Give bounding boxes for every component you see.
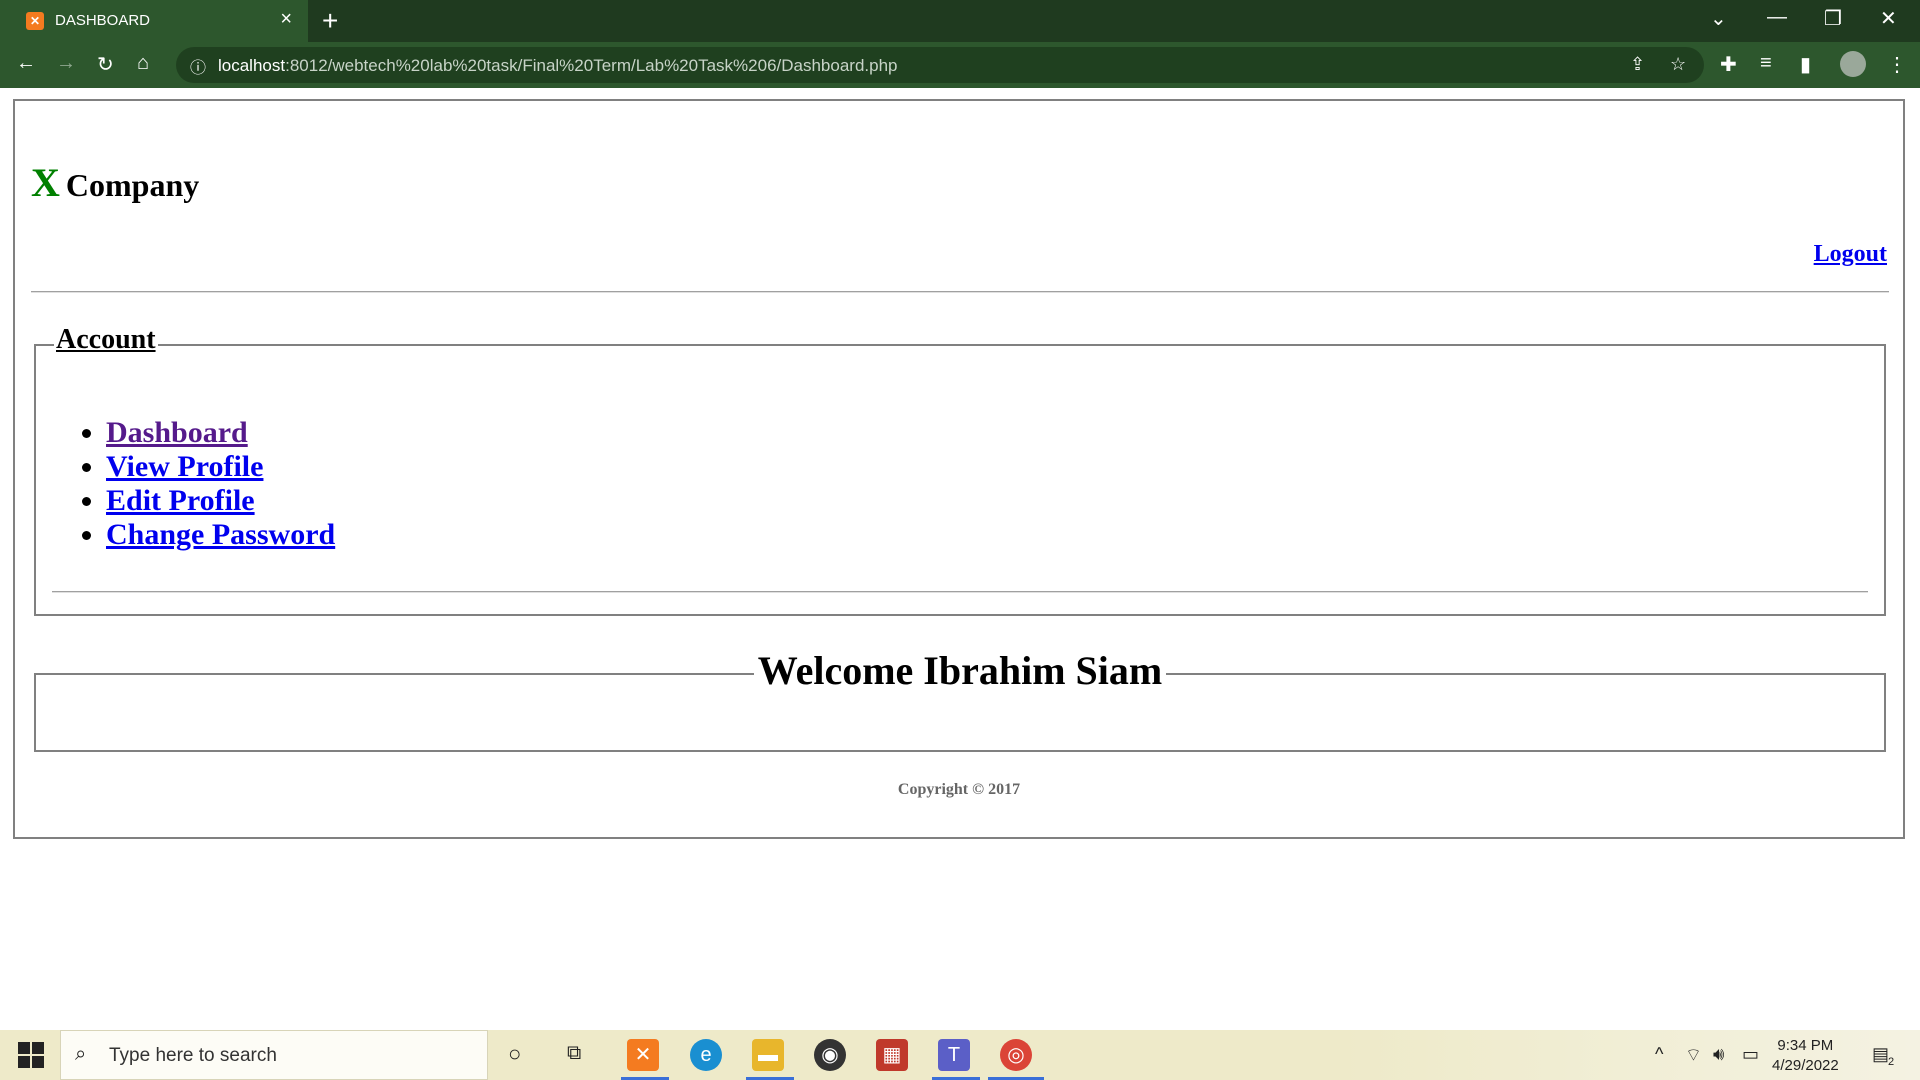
side-panel-icon[interactable]: ▮ bbox=[1800, 52, 1811, 77]
teams-taskbar-icon[interactable]: T bbox=[938, 1039, 970, 1071]
reload-icon[interactable]: ↻ bbox=[97, 52, 114, 77]
close-tab-icon[interactable]: × bbox=[280, 8, 292, 31]
volume-icon[interactable]: 🔊︎ bbox=[1713, 1044, 1724, 1065]
menu-divider bbox=[52, 591, 1868, 593]
profile-avatar[interactable] bbox=[1840, 51, 1866, 77]
site-info-icon[interactable]: ⓘ bbox=[190, 54, 206, 78]
url-host: localhost bbox=[218, 56, 286, 75]
edit-profile-link[interactable]: Edit Profile bbox=[106, 484, 255, 517]
show-hidden-icons-icon[interactable]: ^ bbox=[1655, 1044, 1663, 1065]
cortana-icon[interactable]: ○ bbox=[508, 1041, 521, 1067]
clock-time: 9:34 PM bbox=[1777, 1037, 1834, 1054]
url-text[interactable]: localhost:8012/webtech%20lab%20task/Fina… bbox=[218, 56, 898, 76]
xampp-taskbar-icon[interactable]: ✕ bbox=[627, 1039, 659, 1071]
windows-start-icon[interactable] bbox=[18, 1042, 44, 1068]
browser-toolbar: ← → ↻ ⌂ ⓘ localhost:8012/webtech%20lab%2… bbox=[0, 42, 1920, 88]
xampp-favicon-icon: ✕ bbox=[26, 12, 44, 30]
network-icon[interactable]: ⌔ bbox=[1685, 1044, 1702, 1067]
site-logo: X Company bbox=[31, 159, 199, 206]
menu-item-dashboard: Dashboard bbox=[106, 416, 335, 450]
tab-search-icon[interactable]: ⌄ bbox=[1710, 6, 1727, 31]
notifications-icon[interactable]: ▤ bbox=[1872, 1044, 1889, 1065]
reading-list-icon[interactable]: ≡ bbox=[1760, 52, 1772, 75]
logout-link[interactable]: Logout bbox=[1814, 241, 1887, 268]
edge-taskbar-icon[interactable]: e bbox=[690, 1039, 722, 1071]
windows-taskbar: ⌕ Type here to search ○ ⧉ ✕ e ▬ ◉ ▦ T ◎ … bbox=[0, 1030, 1920, 1080]
share-icon[interactable]: ⇪ bbox=[1630, 54, 1645, 75]
change-password-link[interactable]: Change Password bbox=[106, 518, 335, 551]
account-menu: Dashboard View Profile Edit Profile Chan… bbox=[56, 416, 335, 552]
welcome-heading: Welcome Ibrahim Siam bbox=[753, 648, 1167, 693]
app-taskbar-icon[interactable]: ▦ bbox=[876, 1039, 908, 1071]
header-divider bbox=[31, 291, 1889, 293]
clock-date: 4/29/2022 bbox=[1772, 1057, 1839, 1074]
dashboard-link[interactable]: Dashboard bbox=[106, 416, 248, 449]
chrome-taskbar-icon[interactable]: ◎ bbox=[1000, 1039, 1032, 1071]
taskbar-search[interactable]: ⌕ Type here to search bbox=[60, 1030, 488, 1080]
browser-tab-bar: ✕ DASHBOARD × + ⌄ — ❐ ✕ bbox=[0, 0, 1920, 42]
search-icon: ⌕ bbox=[75, 1043, 87, 1065]
file-explorer-taskbar-icon[interactable]: ▬ bbox=[752, 1039, 784, 1071]
view-profile-link[interactable]: View Profile bbox=[106, 450, 263, 483]
account-legend: Account bbox=[54, 324, 158, 356]
menu-item-edit-profile: Edit Profile bbox=[106, 484, 335, 518]
welcome-legend-wrap: Welcome Ibrahim Siam bbox=[36, 647, 1884, 694]
menu-item-change-password: Change Password bbox=[106, 518, 335, 552]
menu-kebab-icon[interactable]: ⋮ bbox=[1887, 52, 1907, 77]
minimize-icon[interactable]: — bbox=[1767, 6, 1787, 29]
logo-company: Company bbox=[65, 167, 200, 203]
obs-taskbar-icon[interactable]: ◉ bbox=[814, 1039, 846, 1071]
bookmark-star-icon[interactable]: ☆ bbox=[1670, 54, 1686, 75]
back-icon[interactable]: ← bbox=[16, 52, 36, 75]
url-path: :8012/webtech%20lab%20task/Final%20Term/… bbox=[285, 56, 898, 75]
logo-x: X bbox=[31, 160, 60, 205]
battery-icon[interactable]: ▭ bbox=[1742, 1044, 1759, 1065]
notification-count: 2 bbox=[1888, 1056, 1895, 1068]
taskbar-clock[interactable]: 9:34 PM 4/29/2022 bbox=[1772, 1036, 1839, 1076]
address-bar[interactable]: ⓘ localhost:8012/webtech%20lab%20task/Fi… bbox=[176, 47, 1704, 83]
tab-title: DASHBOARD bbox=[55, 12, 151, 29]
account-fieldset: Account Dashboard View Profile Edit Prof… bbox=[34, 324, 1886, 616]
browser-tab[interactable]: ✕ DASHBOARD × bbox=[0, 0, 308, 42]
copyright-footer: Copyright © 2017 bbox=[897, 781, 1021, 798]
window-close-icon[interactable]: ✕ bbox=[1880, 6, 1897, 31]
task-view-icon[interactable]: ⧉ bbox=[567, 1042, 581, 1065]
forward-icon[interactable]: → bbox=[56, 52, 76, 75]
home-icon[interactable]: ⌂ bbox=[137, 52, 149, 75]
extensions-icon[interactable]: ✚ bbox=[1720, 52, 1737, 77]
search-placeholder: Type here to search bbox=[109, 1045, 277, 1066]
new-tab-icon[interactable]: + bbox=[322, 5, 338, 37]
welcome-fieldset: Welcome Ibrahim Siam bbox=[34, 648, 1886, 752]
menu-item-view-profile: View Profile bbox=[106, 450, 335, 484]
restore-icon[interactable]: ❐ bbox=[1824, 6, 1842, 31]
page-container: XCompany Logout Account Dashboard View P… bbox=[13, 99, 1905, 839]
